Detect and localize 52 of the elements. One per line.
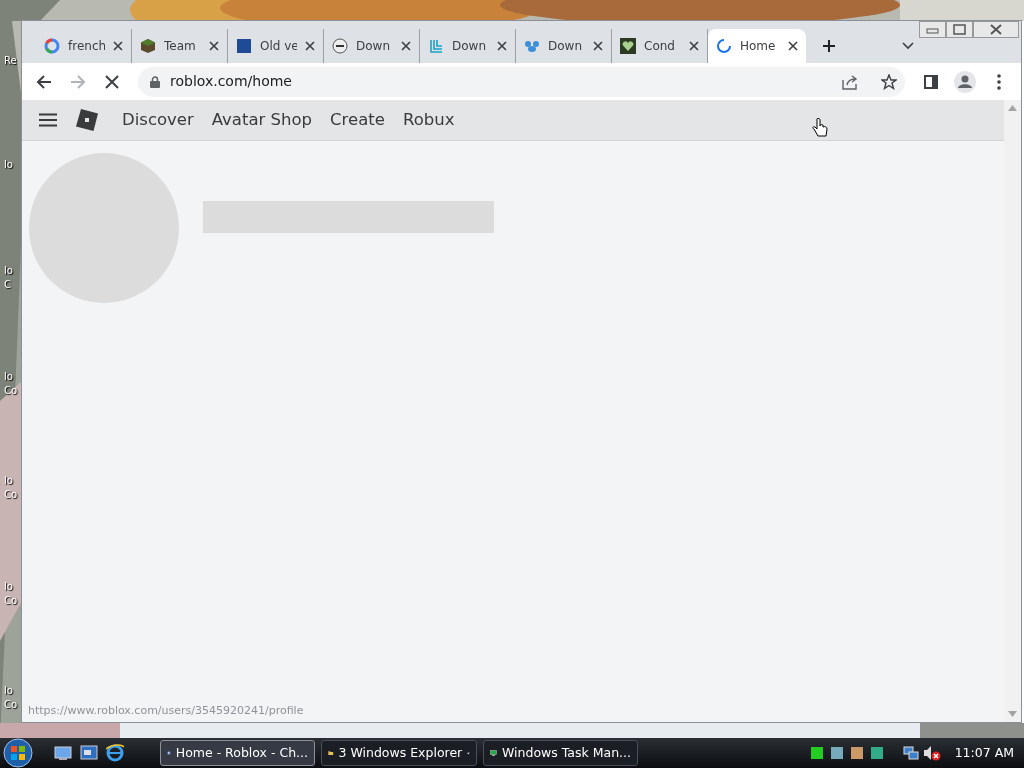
nav-link[interactable]: Robux [402,107,455,133]
close-icon[interactable] [973,21,1019,38]
more-icon[interactable] [997,73,1001,90]
muted-speaker-icon[interactable] [922,745,941,761]
close-icon[interactable] [788,41,798,51]
clock: 11:07 AM [954,743,1014,762]
share-icon[interactable] [841,73,859,90]
start-button-icon[interactable] [0,738,36,768]
menu-icon[interactable] [39,113,57,127]
lock-icon [150,75,160,88]
back-icon[interactable] [36,73,52,90]
desktop-icon[interactable] [54,745,72,761]
taskbar-button[interactable]: Windows Task Man... [483,740,638,766]
close-icon[interactable] [113,41,123,51]
tray-icon[interactable] [828,745,845,761]
nav-link[interactable]: Discover [122,107,194,133]
close-icon[interactable] [401,41,411,51]
status-url: https://www.roblox.com/users/3545920241/profile [28,702,304,719]
browser-icon[interactable] [106,744,124,762]
browser-tab[interactable]: Home [708,29,806,63]
tray-icon[interactable] [868,745,885,761]
nav-link[interactable]: Create [330,107,385,133]
network-icon[interactable] [902,745,919,761]
stop-icon[interactable] [105,74,119,89]
close-icon[interactable] [689,41,699,51]
circle-icon [332,38,348,54]
windows-icon[interactable] [80,745,98,761]
star-icon[interactable] [881,73,897,90]
close-icon[interactable] [593,41,603,51]
tray-icon[interactable] [808,745,825,761]
tray-icon[interactable] [848,745,865,761]
profile-icon[interactable] [954,70,976,93]
close-icon[interactable] [497,41,507,51]
square-icon [236,38,252,54]
address-bar[interactable]: roblox.com/home [138,66,905,97]
hand-cursor-icon [812,118,829,138]
heart-icon [620,38,636,54]
close-icon[interactable] [209,41,219,51]
logo-icon[interactable] [76,109,98,131]
taskbar-button[interactable]: 3 Windows Explorer [321,740,477,766]
paw-icon [524,38,540,54]
cube-icon [140,38,156,54]
tab-search-icon[interactable] [902,42,914,50]
close-icon[interactable] [305,41,315,51]
new-tab-icon[interactable] [822,39,836,53]
side-panel-icon[interactable] [924,74,938,89]
nav-link[interactable]: Avatar Shop [211,107,313,133]
taskbar-button[interactable]: Home - Roblox - Ch... [160,740,315,766]
stack-icon [428,38,444,54]
loading-spinner-icon [716,38,732,54]
google-icon [44,38,60,54]
maximize-icon[interactable] [946,21,973,38]
